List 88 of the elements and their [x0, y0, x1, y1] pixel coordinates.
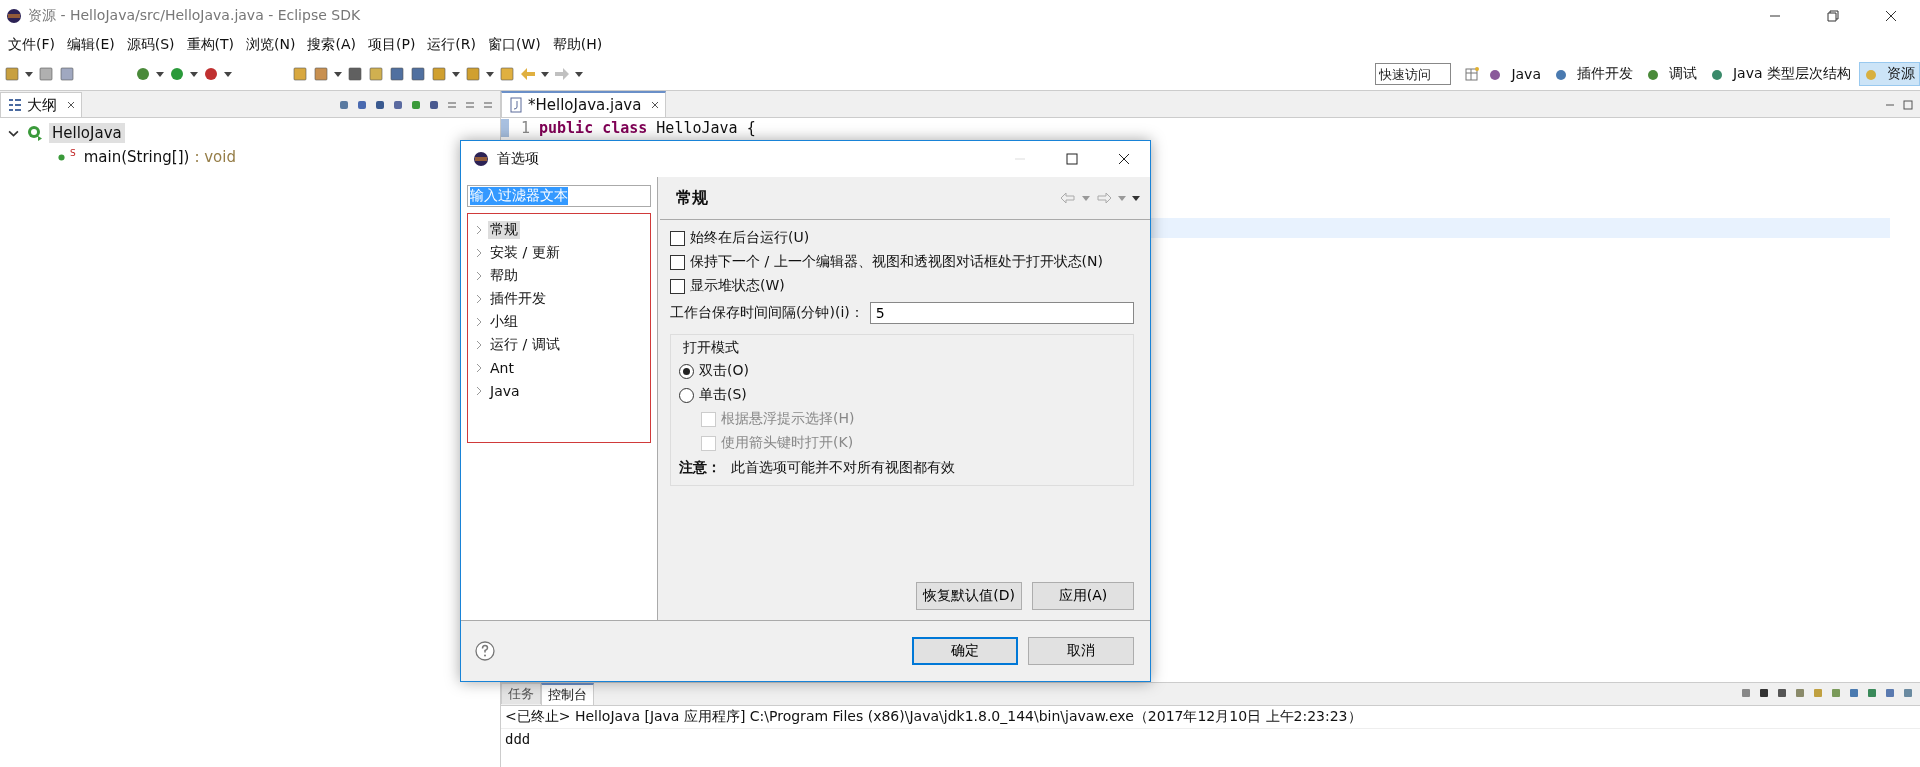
nav-item[interactable]: Java [488, 382, 522, 399]
help-icon[interactable] [475, 641, 495, 661]
nav-item[interactable]: 插件开发 [488, 289, 548, 308]
line-number: 1 [519, 119, 530, 137]
back-arrow-icon[interactable] [520, 66, 536, 82]
open-perspective-icon[interactable] [1464, 66, 1481, 82]
menu-item[interactable]: 帮助(H) [546, 34, 609, 56]
tree-item[interactable]: HelloJava [49, 123, 125, 143]
java-file-icon [508, 97, 524, 113]
close-icon[interactable] [67, 101, 75, 109]
eclipse-logo-icon [473, 151, 489, 167]
console-tab[interactable]: 任务 [501, 683, 541, 704]
restore-icon[interactable] [1827, 10, 1839, 22]
class-icon [27, 125, 43, 141]
caret-icon[interactable] [541, 71, 549, 77]
caret-icon[interactable] [575, 71, 583, 77]
nav-item[interactable]: 常规 [488, 220, 520, 239]
menu-item[interactable]: 运行(R) [421, 34, 482, 56]
perspective-button[interactable]: 资源 [1859, 62, 1920, 86]
return-type: : void [194, 148, 236, 166]
checkbox-label: 始终在后台运行(U) [690, 229, 810, 247]
eclipse-logo-icon [6, 8, 22, 24]
dialog-title: 首选项 [497, 150, 539, 168]
page-button[interactable]: 恢复默认值(D) [916, 582, 1022, 610]
note-text: 此首选项可能并不对所有视图都有效 [731, 459, 955, 477]
menu-item[interactable]: 项目(P) [362, 34, 422, 56]
checkbox[interactable] [670, 254, 685, 270]
caret-icon[interactable] [224, 71, 232, 77]
caret-icon[interactable] [334, 71, 342, 77]
caret-icon[interactable] [156, 71, 164, 77]
nav-item[interactable]: 帮助 [488, 266, 520, 285]
outline-tab[interactable]: 大纲 [0, 92, 82, 117]
dialog-button[interactable]: 确定 [912, 637, 1018, 665]
radio-label: 双击(O) [699, 362, 749, 380]
group-title: 打开模式 [682, 338, 740, 357]
outline-icon [7, 97, 23, 113]
caret-icon[interactable] [25, 71, 33, 77]
checkbox[interactable] [670, 230, 685, 246]
menu-item[interactable]: 搜索(A) [301, 34, 362, 56]
field-label: 工作台保存时间间隔(分钟)(i)： [670, 304, 864, 322]
checkbox-label: 根据悬浮提示选择(H) [721, 410, 855, 428]
close-icon[interactable] [1118, 153, 1130, 165]
code-keyword: class [602, 119, 648, 137]
back-arrow-icon[interactable] [1060, 192, 1076, 204]
console-header: <已终止> HelloJava [Java 应用程序] C:\Program Files (x86)\Java\jdk1.8.0_144\bin\javaw.exe（2017年12月10日 上午2:23:23） [501, 706, 1920, 729]
window-title: 资源 - HelloJava/src/HelloJava.java - Eclipse SDK [28, 7, 361, 25]
checkbox[interactable] [670, 278, 685, 294]
page-button[interactable]: 应用(A) [1032, 582, 1134, 610]
menu-item[interactable]: 编辑(E) [61, 34, 121, 56]
editor-tab[interactable]: *HelloJava.java [501, 91, 667, 117]
menu-item[interactable]: 源码(S) [120, 34, 181, 56]
menu-item[interactable]: 窗口(W) [482, 34, 547, 56]
checkbox-label: 保持下一个 / 上一个编辑器、视图和透视图对话框处于打开状态(N) [690, 253, 1103, 271]
page-title: 常规 [676, 187, 708, 209]
code-text: HelloJava { [656, 119, 756, 137]
perspective-button[interactable]: 插件开发 [1548, 62, 1638, 86]
note-label: 注意： [679, 459, 721, 477]
checkbox-label: 显示堆状态(W) [690, 277, 785, 295]
nav-item[interactable]: 运行 / 调试 [488, 335, 562, 354]
caret-icon[interactable] [190, 71, 198, 77]
perspective-button[interactable]: Java [1483, 63, 1546, 85]
radio-label: 单击(S) [699, 386, 747, 404]
method-icon [58, 153, 65, 161]
menu-item[interactable]: 浏览(N) [240, 34, 302, 56]
close-icon[interactable] [651, 101, 660, 109]
nav-item[interactable]: 小组 [488, 312, 520, 331]
radio-button[interactable] [679, 363, 694, 379]
menu-item[interactable]: 文件(F) [2, 34, 61, 56]
radio-button[interactable] [679, 387, 694, 403]
forward-arrow-icon[interactable] [1096, 192, 1112, 204]
caret-icon[interactable] [452, 71, 460, 77]
tree-item[interactable]: main(String[]) [80, 147, 193, 167]
console-output: ddd [504, 730, 532, 749]
nav-item[interactable]: 安装 / 更新 [488, 243, 562, 262]
close-icon[interactable] [1885, 10, 1897, 22]
quick-access-field[interactable]: 快速访问 [1375, 63, 1452, 85]
interval-field[interactable]: 5 [869, 302, 1134, 324]
nav-item[interactable]: Ant [488, 359, 516, 376]
change-marker [501, 119, 509, 137]
perspective-button[interactable]: 调试 [1640, 62, 1702, 86]
console-tab[interactable]: 控制台 [541, 683, 594, 705]
menu-item[interactable]: 重构(T) [180, 34, 241, 56]
caret-icon[interactable] [486, 71, 494, 77]
static-marker: S [70, 148, 76, 158]
code-keyword: public [539, 119, 594, 137]
checkbox-label: 使用箭头键时打开(K) [721, 434, 854, 452]
perspective-button[interactable]: Java 类型层次结构 [1704, 62, 1856, 86]
dialog-button[interactable]: 取消 [1028, 637, 1134, 665]
